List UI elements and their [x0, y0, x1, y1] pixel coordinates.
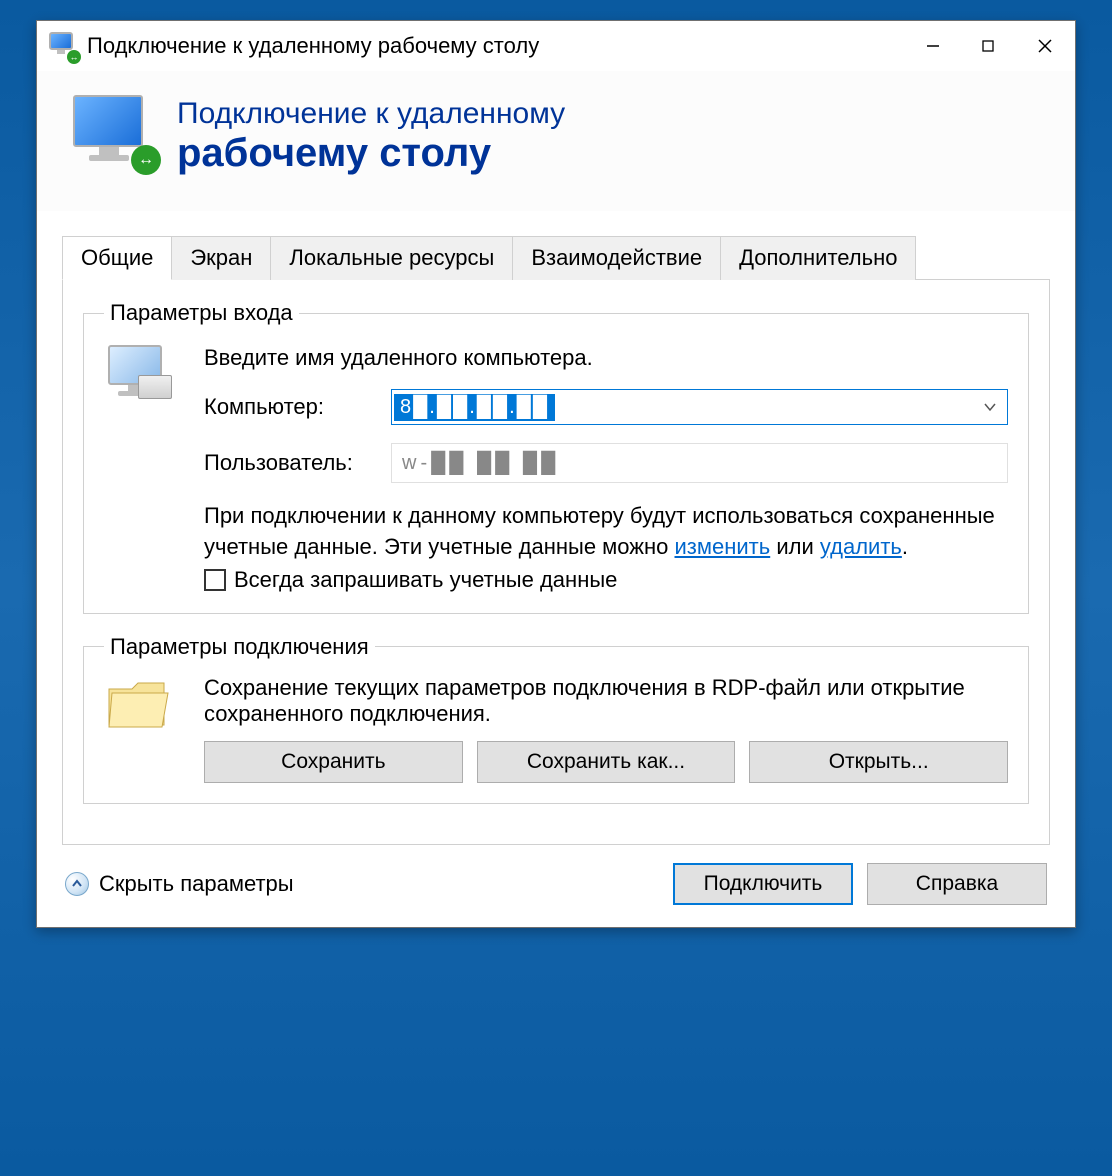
minimize-button[interactable] [905, 21, 960, 71]
always-ask-label: Всегда запрашивать учетные данные [234, 567, 617, 593]
header-line1: Подключение к удаленному [177, 97, 565, 131]
rdp-dialog: ↔ Подключение к удаленному рабочему стол… [36, 20, 1076, 928]
footer: Скрыть параметры Подключить Справка [37, 845, 1075, 927]
user-input[interactable]: w-██ ██ ██ [391, 443, 1008, 483]
header: ↔ Подключение к удаленному рабочему стол… [37, 71, 1075, 211]
chevron-up-icon [65, 872, 89, 896]
folder-icon [104, 675, 184, 783]
computer-value: 8█.██.██.██ [394, 394, 555, 421]
computer-icon [104, 341, 184, 593]
connection-description: Сохранение текущих параметров подключени… [204, 675, 1008, 727]
help-button[interactable]: Справка [867, 863, 1047, 905]
save-button[interactable]: Сохранить [204, 741, 463, 783]
computer-combobox[interactable]: 8█.██.██.██ [391, 389, 1008, 425]
hide-options-label: Скрыть параметры [99, 871, 294, 897]
always-ask-checkbox[interactable] [204, 569, 226, 591]
header-line2: рабочему столу [177, 131, 565, 175]
user-value: w-██ ██ ██ [402, 452, 559, 475]
credentials-text: При подключении к данному компьютеру буд… [204, 501, 1008, 563]
tab-experience[interactable]: Взаимодействие [512, 236, 721, 280]
tab-general[interactable]: Общие [62, 236, 172, 280]
chevron-down-icon [983, 394, 997, 420]
login-instruction: Введите имя удаленного компьютера. [204, 345, 1008, 371]
remote-desktop-icon: ↔ [67, 91, 157, 181]
login-legend: Параметры входа [104, 300, 299, 326]
login-settings-group: Параметры входа Введите имя удаленного к… [83, 300, 1029, 614]
titlebar: ↔ Подключение к удаленному рабочему стол… [37, 21, 1075, 71]
tabs: Общие Экран Локальные ресурсы Взаимодейс… [37, 211, 1075, 280]
edit-credentials-link[interactable]: изменить [675, 534, 771, 559]
tab-content: Параметры входа Введите имя удаленного к… [62, 279, 1050, 845]
header-text: Подключение к удаленному рабочему столу [177, 97, 565, 175]
connect-button[interactable]: Подключить [673, 863, 853, 905]
close-button[interactable] [1015, 21, 1075, 71]
app-icon: ↔ [47, 30, 79, 62]
save-as-button[interactable]: Сохранить как... [477, 741, 736, 783]
open-button[interactable]: Открыть... [749, 741, 1008, 783]
user-label: Пользователь: [204, 450, 379, 476]
window-controls [905, 21, 1075, 71]
tab-local[interactable]: Локальные ресурсы [270, 236, 513, 280]
connection-legend: Параметры подключения [104, 634, 375, 660]
window-title: Подключение к удаленному рабочему столу [87, 33, 905, 59]
delete-credentials-link[interactable]: удалить [820, 534, 902, 559]
tab-advanced[interactable]: Дополнительно [720, 236, 916, 280]
maximize-button[interactable] [960, 21, 1015, 71]
connection-settings-group: Параметры подключения Сохранение текущих… [83, 634, 1029, 804]
hide-options-toggle[interactable]: Скрыть параметры [65, 871, 294, 897]
computer-label: Компьютер: [204, 394, 379, 420]
tab-display[interactable]: Экран [171, 236, 271, 280]
